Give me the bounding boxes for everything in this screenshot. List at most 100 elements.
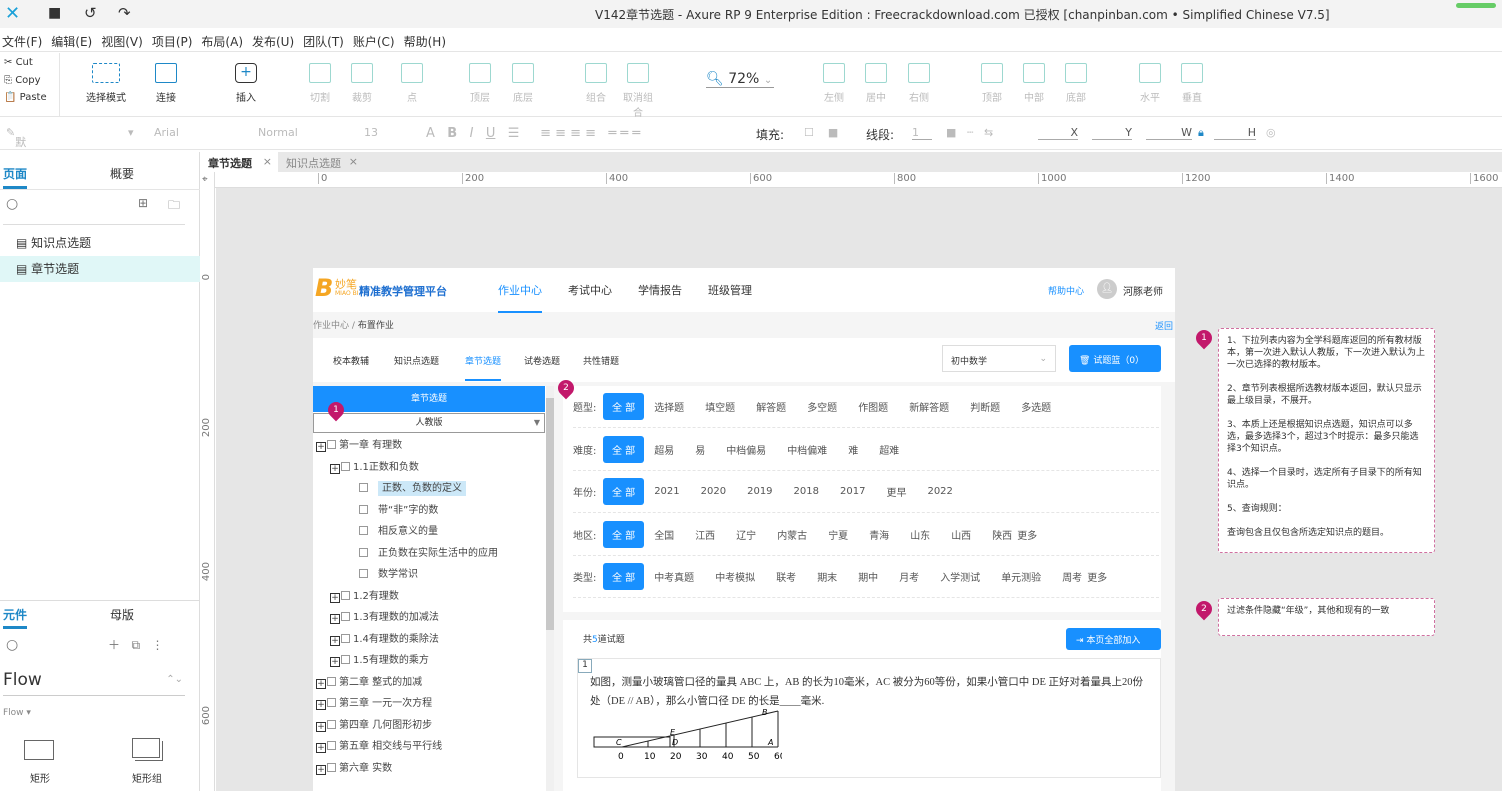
widget-search-icon[interactable]: ○ xyxy=(6,637,18,653)
add-page-icon[interactable]: ⊞ xyxy=(138,196,148,210)
filter-option[interactable]: 2021 xyxy=(654,486,679,497)
middle-button[interactable]: 中部 xyxy=(1016,63,1052,104)
cut-button[interactable]: ✂ Cut xyxy=(0,53,59,72)
filter-option[interactable]: 辽宁 xyxy=(736,527,756,542)
top-button[interactable]: 顶部 xyxy=(974,63,1010,104)
rectangle-group-widget-icon[interactable] xyxy=(132,738,160,758)
filter-option[interactable]: 难 xyxy=(848,442,858,457)
fill-color-button[interactable]: ☐ ■ xyxy=(804,126,838,139)
checkbox[interactable] xyxy=(327,719,336,729)
add-library-icon[interactable]: ＋ ⧉ ⋮ xyxy=(108,636,163,653)
filter-option[interactable]: 多选题 xyxy=(1021,399,1051,414)
vertical-button[interactable]: 垂直 xyxy=(1174,63,1210,104)
checkbox[interactable] xyxy=(327,698,336,707)
tree-node[interactable]: 正数、负数的定义 xyxy=(359,479,466,496)
menu-item[interactable]: 文件(F) xyxy=(0,28,51,51)
filter-option[interactable]: 中档偏难 xyxy=(787,442,827,457)
tab-outline[interactable]: 概要 xyxy=(110,165,134,182)
checkbox[interactable] xyxy=(341,461,350,471)
filter-option[interactable]: 易 xyxy=(695,442,705,457)
menu-item[interactable]: 布局(A) xyxy=(201,28,252,51)
h-input[interactable]: H xyxy=(1214,126,1256,140)
library-group[interactable]: Flow ▾ xyxy=(3,708,31,718)
ungroup-button[interactable]: 取消组合 xyxy=(620,63,656,119)
filter-option[interactable]: 2018 xyxy=(794,486,819,497)
w-input[interactable]: W xyxy=(1146,126,1192,140)
more-link[interactable]: 更多 xyxy=(1017,527,1037,542)
widget-marker-1[interactable]: 1 xyxy=(324,398,348,422)
filter-option[interactable]: 周考 xyxy=(1062,569,1082,584)
checkbox[interactable] xyxy=(327,741,336,750)
connect-button[interactable]: 连接 xyxy=(148,63,184,104)
checkbox[interactable] xyxy=(359,504,368,514)
filter-option[interactable]: 多空题 xyxy=(807,399,837,414)
tree-node[interactable]: + 第一章 有理数 xyxy=(316,436,402,452)
undo-icon[interactable]: ↺ xyxy=(84,4,97,22)
filter-option[interactable]: 期中 xyxy=(858,569,878,584)
page-item[interactable]: ▤ 知识点选题 xyxy=(0,230,200,256)
tab-pages[interactable]: 页面 xyxy=(3,165,28,189)
filter-option[interactable]: 2017 xyxy=(840,486,865,497)
filter-option[interactable]: 月考 xyxy=(899,569,919,584)
filter-option[interactable]: 联考 xyxy=(776,569,796,584)
filter-option[interactable]: 判断题 xyxy=(970,399,1000,414)
filter-option[interactable]: 2022 xyxy=(927,486,952,497)
doc-tab-active[interactable]: 章节选题 × xyxy=(200,152,278,172)
zoom-select[interactable]: 🔍︎ 72% ⌄ xyxy=(706,71,774,88)
checkbox[interactable] xyxy=(327,676,336,686)
rectangle-widget-icon[interactable] xyxy=(24,740,54,760)
checkbox[interactable] xyxy=(327,762,336,772)
tree-node[interactable]: + 第四章 几何图形初步 xyxy=(316,716,432,732)
question-basket-button[interactable]: 🗑︎ 试题篮（0） xyxy=(1069,345,1161,372)
doc-tab[interactable]: 知识点选题 × xyxy=(278,152,364,172)
filter-option[interactable]: 单元测验 xyxy=(1001,569,1041,584)
checkbox[interactable] xyxy=(359,483,368,492)
tree-node[interactable]: 带“非”字的数 xyxy=(359,501,438,516)
filter-option[interactable]: 全国 xyxy=(654,527,674,542)
menu-item[interactable]: 团队(T) xyxy=(303,28,353,51)
tree-node[interactable]: +1.2有理数 xyxy=(330,587,399,603)
filter-option[interactable]: 新解答题 xyxy=(909,399,949,414)
line-width-input[interactable]: 1 xyxy=(912,126,932,140)
tree-node[interactable]: +1.5有理数的乘方 xyxy=(330,651,429,667)
nav-item[interactable]: 学情报告 xyxy=(638,282,682,298)
menu-item[interactable]: 账户(C) xyxy=(353,28,404,51)
back-link[interactable]: 返回 xyxy=(1155,319,1173,332)
bottom-layer-button[interactable]: 底层 xyxy=(505,63,541,104)
filter-option[interactable]: 入学测试 xyxy=(940,569,980,584)
add-folder-icon[interactable]: 🗀 xyxy=(168,196,180,217)
tree-node[interactable]: 数学常识 xyxy=(359,565,418,580)
tab-widgets[interactable]: 元件 xyxy=(3,606,28,629)
edition-select[interactable]: 人教版 ▼ xyxy=(313,413,545,433)
nav-item[interactable]: 作业中心 xyxy=(498,282,542,313)
filter-option[interactable]: 超难 xyxy=(879,442,899,457)
filter-option[interactable]: 山东 xyxy=(910,527,930,542)
horizontal-button[interactable]: 水平 xyxy=(1132,63,1168,104)
filter-option[interactable]: 期末 xyxy=(817,569,837,584)
checkbox[interactable] xyxy=(341,590,350,600)
filter-option[interactable]: 超易 xyxy=(654,442,674,457)
note-marker-2[interactable]: 2 xyxy=(1192,597,1216,621)
right-button[interactable]: 右侧 xyxy=(901,63,937,104)
add-all-button[interactable]: ⇥ 本页全部加入 xyxy=(1066,628,1161,650)
filter-option[interactable]: 选择题 xyxy=(654,399,684,414)
help-center-link[interactable]: 帮助中心 xyxy=(1048,284,1084,297)
library-select[interactable]: Flow ⌃⌄ xyxy=(3,670,185,696)
lock-icon[interactable]: 🔒︎ xyxy=(1198,126,1204,140)
filter-all-button[interactable]: 全 部 xyxy=(603,478,645,505)
bottom-button[interactable]: 底部 xyxy=(1058,63,1094,104)
subtab[interactable]: 共性错题 xyxy=(583,354,619,367)
filter-option[interactable]: 解答题 xyxy=(756,399,786,414)
checkbox[interactable] xyxy=(359,526,368,535)
note-marker-1[interactable]: 1 xyxy=(1192,326,1216,350)
redo-icon[interactable]: ↷ xyxy=(118,4,131,22)
subtab[interactable]: 校本教辅 xyxy=(333,354,369,367)
filter-option[interactable]: 青海 xyxy=(869,527,889,542)
nav-item[interactable]: 考试中心 xyxy=(568,282,612,298)
checkbox[interactable] xyxy=(341,655,350,664)
tree-scrollbar[interactable] xyxy=(546,386,554,791)
tree-node[interactable]: + 第三章 一元一次方程 xyxy=(316,694,432,710)
question-card[interactable]: 1 如图，测量小玻璃管口径的量具 ABC 上，AB 的长为10毫米，AC 被分为… xyxy=(577,658,1161,778)
filter-option[interactable]: 更早 xyxy=(886,484,906,499)
tree-node[interactable]: +1.3有理数的加减法 xyxy=(330,608,439,624)
